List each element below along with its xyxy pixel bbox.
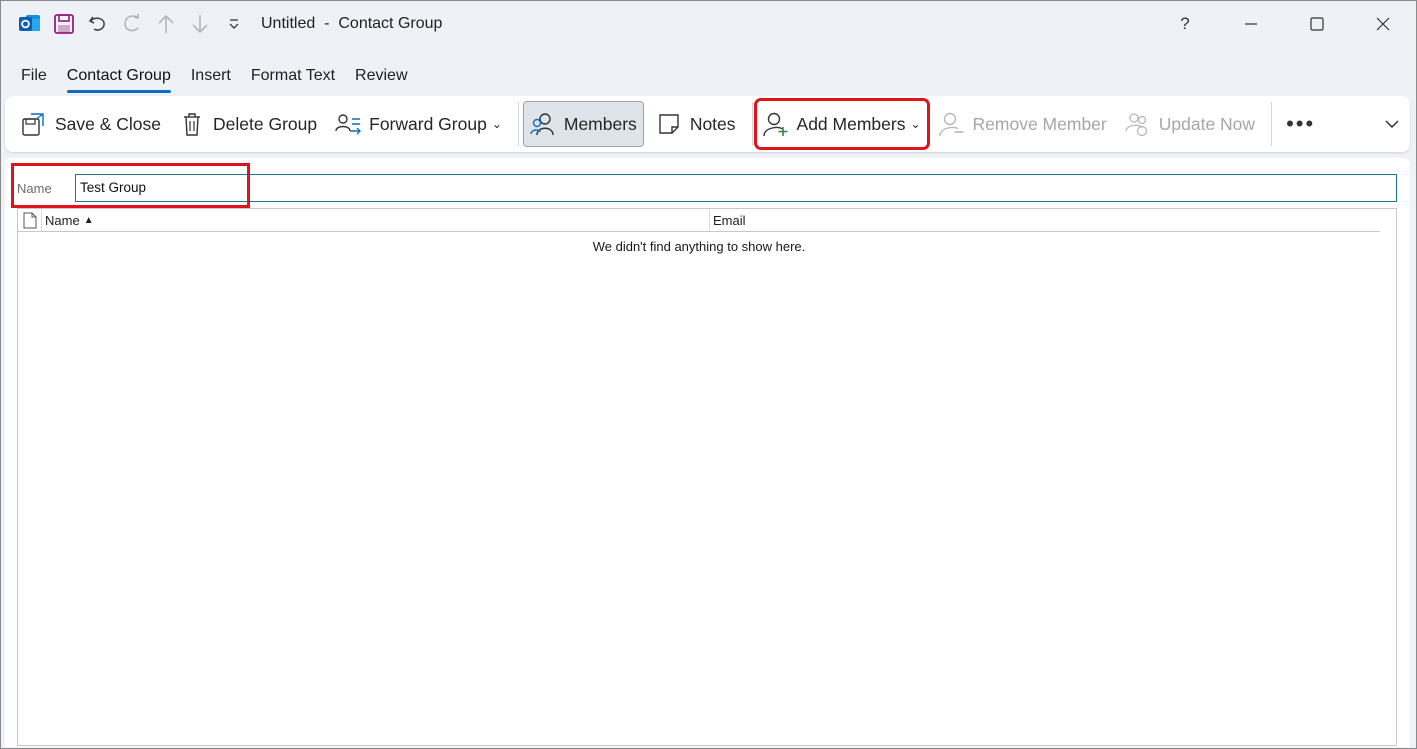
members-button[interactable]: Members bbox=[522, 101, 644, 147]
tab-format-text[interactable]: Format Text bbox=[241, 61, 345, 91]
column-header-email[interactable]: Email bbox=[710, 209, 746, 231]
minimize-button[interactable] bbox=[1218, 1, 1284, 47]
members-list-header: Name ▲ Email bbox=[18, 209, 1380, 232]
forward-group-button[interactable]: Forward Group ⌄ bbox=[329, 101, 508, 147]
members-label: Members bbox=[563, 113, 637, 134]
title-bar: Untitled - Contact Group ? bbox=[1, 1, 1416, 47]
update-now-button[interactable]: Update Now bbox=[1119, 101, 1261, 147]
more-options-button[interactable]: ••• bbox=[1276, 101, 1325, 147]
ribbon-tabs: File Contact Group Insert Format Text Re… bbox=[11, 61, 418, 95]
column-name-label: Name bbox=[45, 212, 80, 228]
document-icon[interactable] bbox=[18, 209, 42, 231]
sort-ascending-icon: ▲ bbox=[83, 214, 94, 226]
trash-icon bbox=[179, 111, 205, 137]
undo-icon[interactable] bbox=[81, 7, 115, 41]
remove-member-label: Remove Member bbox=[972, 113, 1107, 134]
down-arrow-icon[interactable] bbox=[183, 7, 217, 41]
empty-list-message: We didn't find anything to show here. bbox=[592, 239, 806, 254]
update-people-icon bbox=[1125, 111, 1151, 137]
members-list: Name ▲ Email We didn't find anything to … bbox=[17, 208, 1397, 746]
delete-group-button[interactable]: Delete Group bbox=[173, 101, 323, 147]
forward-group-label: Forward Group bbox=[369, 113, 487, 134]
quick-access-toolbar bbox=[1, 1, 251, 47]
remove-person-icon bbox=[938, 111, 965, 137]
column-header-name[interactable]: Name ▲ bbox=[42, 209, 710, 231]
notes-label: Notes bbox=[689, 113, 736, 134]
window-title: Untitled - Contact Group bbox=[261, 15, 443, 32]
save-close-button[interactable]: Save & Close bbox=[15, 101, 167, 147]
save-close-icon bbox=[21, 111, 47, 137]
name-highlight-box bbox=[11, 163, 250, 208]
ribbon-expand-chevron-icon[interactable] bbox=[1384, 116, 1400, 137]
ribbon-separator bbox=[517, 102, 519, 146]
remove-member-button[interactable]: Remove Member bbox=[933, 101, 1113, 147]
group-name-input[interactable]: Test Group bbox=[75, 174, 1397, 202]
ribbon-separator bbox=[751, 102, 753, 146]
up-arrow-icon[interactable] bbox=[149, 7, 183, 41]
contact-group-content: Name Test Group Name ▲ Email We didn't f… bbox=[5, 158, 1410, 747]
add-members-label: Add Members bbox=[796, 113, 906, 134]
help-button[interactable]: ? bbox=[1152, 1, 1218, 47]
chevron-down-icon[interactable]: ⌄ bbox=[492, 117, 502, 131]
chevron-down-icon[interactable]: ⌄ bbox=[910, 117, 920, 131]
outlook-app-icon bbox=[13, 7, 47, 41]
tab-review[interactable]: Review bbox=[345, 61, 417, 91]
delete-group-label: Delete Group bbox=[213, 113, 318, 134]
maximize-button[interactable] bbox=[1284, 1, 1350, 47]
tab-insert[interactable]: Insert bbox=[181, 61, 241, 91]
members-icon bbox=[530, 111, 556, 137]
notes-icon bbox=[656, 111, 682, 137]
notes-button[interactable]: Notes bbox=[650, 101, 742, 147]
save-icon[interactable] bbox=[47, 7, 81, 41]
redo-icon[interactable] bbox=[115, 7, 149, 41]
tab-contact-group[interactable]: Contact Group bbox=[57, 61, 181, 93]
ribbon-toolbar: Save & Close Delete Group Forward Group … bbox=[5, 96, 1410, 152]
save-close-label: Save & Close bbox=[55, 113, 162, 134]
contact-group-window: Untitled - Contact Group ? File Contact … bbox=[0, 0, 1417, 749]
add-person-icon bbox=[762, 111, 789, 137]
close-button[interactable] bbox=[1350, 1, 1416, 47]
update-now-label: Update Now bbox=[1158, 113, 1256, 134]
window-controls: ? bbox=[1152, 1, 1416, 47]
add-members-button[interactable]: Add Members ⌄ bbox=[753, 98, 930, 150]
tab-file[interactable]: File bbox=[11, 61, 57, 91]
forward-group-icon bbox=[335, 111, 362, 137]
ribbon-separator bbox=[1271, 102, 1273, 146]
customize-qat-icon[interactable] bbox=[217, 7, 251, 41]
